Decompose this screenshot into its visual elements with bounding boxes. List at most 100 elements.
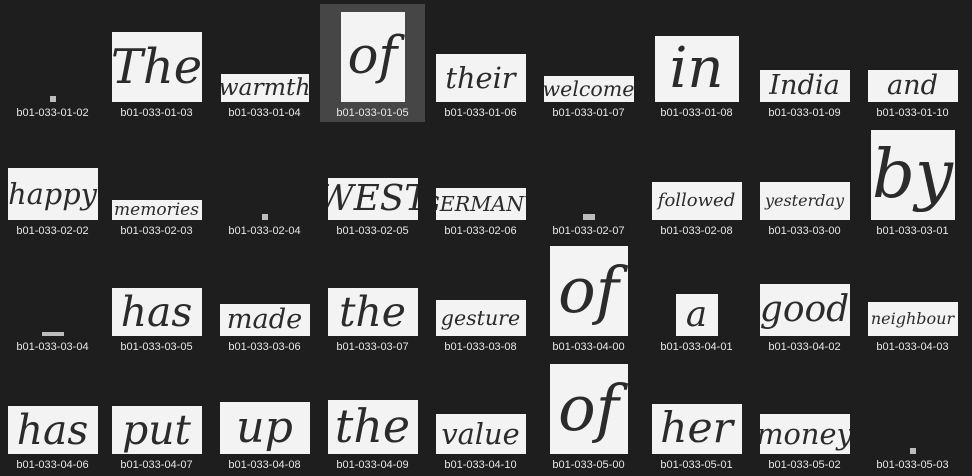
thumbnail-item[interactable]: WEST b01-033-02-05 (320, 122, 425, 240)
thumbnail-label: b01-033-04-08 (228, 459, 301, 471)
thumbnail-item[interactable]: a b01-033-04-01 (644, 238, 749, 356)
thumbnail-item[interactable]: memories b01-033-02-03 (104, 122, 209, 240)
thumbnail-item[interactable]: b01-033-02-07 (536, 122, 641, 240)
thumbnail-item[interactable]: b01-033-05-03 (860, 356, 965, 474)
handwritten-word: memories (114, 200, 199, 220)
thumbnail-item[interactable]: the b01-033-04-09 (320, 356, 425, 474)
handwritten-word: happy (8, 176, 97, 211)
thumbnail-item[interactable]: up b01-033-04-08 (212, 356, 317, 474)
thumbnail-label: b01-033-04-03 (876, 341, 949, 353)
thumbnail-label: b01-033-04-02 (768, 341, 841, 353)
thumbnail-item[interactable]: yesterday b01-033-03-00 (752, 122, 857, 240)
thumbnail-image: neighbour (867, 302, 958, 336)
thumbnail-image: made (219, 304, 310, 336)
thumbnail-item[interactable]: welcome b01-033-01-07 (536, 4, 641, 122)
thumbnail-item[interactable]: her b01-033-05-01 (644, 356, 749, 474)
thumbnail-image: value (435, 414, 526, 454)
thumbnail-image: of (340, 12, 405, 102)
thumbnail-image: yesterday (759, 182, 850, 220)
thumbnail-image (909, 448, 916, 454)
thumbnail-image: and (867, 70, 958, 102)
thumbnail-label: b01-033-04-01 (660, 341, 733, 353)
thumbnail-image: of (549, 246, 628, 336)
thumbnail-image: has (7, 406, 98, 454)
thumbnail-image: their (435, 54, 526, 102)
handwritten-word: welcome (543, 76, 634, 101)
thumbnail-image: GERMANY (435, 188, 526, 220)
handwritten-word: yesterday (764, 191, 845, 210)
thumbnail-image: memories (111, 200, 202, 220)
thumbnail-item[interactable]: happy b01-033-02-02 (0, 122, 105, 240)
thumbnail-item[interactable]: of b01-033-05-00 (536, 356, 641, 474)
thumbnail-label: b01-033-01-03 (120, 107, 193, 119)
thumbnail-item[interactable]: good b01-033-04-02 (752, 238, 857, 356)
thumbnail-item[interactable]: warmth b01-033-01-04 (212, 4, 317, 122)
thumbnail-item[interactable]: b01-033-03-04 (0, 238, 105, 356)
thumbnail-image (49, 96, 56, 102)
thumbnail-item[interactable]: India b01-033-01-09 (752, 4, 857, 122)
thumbnail-item[interactable]: and b01-033-01-10 (860, 4, 965, 122)
thumbnail-label: b01-033-02-04 (228, 225, 301, 237)
thumbnail-item[interactable]: has b01-033-03-05 (104, 238, 209, 356)
thumbnail-image: has (111, 288, 202, 336)
thumbnail-item[interactable]: b01-033-01-02 (0, 4, 105, 122)
handwritten-word: of (558, 371, 619, 445)
thumbnail-item[interactable]: has b01-033-04-06 (0, 356, 105, 474)
handwritten-word: has (120, 288, 193, 336)
handwritten-word: her (660, 404, 733, 453)
thumbnail-item[interactable]: GERMANY b01-033-02-06 (428, 122, 533, 240)
handwritten-word: followed (657, 190, 736, 211)
thumbnail-image: put (111, 406, 202, 454)
thumbnail-image: money (759, 414, 850, 454)
thumbnail-label: b01-033-01-09 (768, 107, 841, 119)
thumbnail-item[interactable]: the b01-033-03-07 (320, 238, 425, 356)
thumbnail-image: warmth (220, 74, 309, 102)
thumbnail-label: b01-033-01-04 (228, 107, 301, 119)
thumbnail-image: in (654, 36, 739, 102)
thumbnail-label: b01-033-02-02 (16, 225, 89, 237)
handwritten-word: up (236, 402, 293, 453)
thumbnail-item[interactable]: by b01-033-03-01 (860, 122, 965, 240)
thumbnail-item[interactable]: made b01-033-03-06 (212, 238, 317, 356)
thumbnail-label: b01-033-05-02 (768, 459, 841, 471)
thumbnail-label: b01-033-01-02 (16, 107, 89, 119)
handwritten-word: put (122, 406, 191, 454)
thumbnail-item[interactable]: followed b01-033-02-08 (644, 122, 749, 240)
thumbnail-label: b01-033-05-01 (660, 459, 733, 471)
thumbnail-item[interactable]: value b01-033-04-10 (428, 356, 533, 474)
handwritten-word: value (441, 416, 520, 451)
thumbnail-item[interactable]: b01-033-02-04 (212, 122, 317, 240)
thumbnail-image (41, 332, 64, 336)
thumbnail-item[interactable]: of b01-033-04-00 (536, 238, 641, 356)
thumbnail-image: up (219, 402, 310, 454)
thumbnail-item[interactable]: gesture b01-033-03-08 (428, 238, 533, 356)
thumbnail-image: The (111, 32, 202, 102)
thumbnail-image: the (327, 400, 418, 454)
thumbnail-label: b01-033-04-09 (336, 459, 409, 471)
thumbnail-image (582, 214, 595, 220)
handwritten-word: The (111, 39, 202, 95)
thumbnail-item[interactable]: of b01-033-01-05 (320, 4, 425, 122)
thumbnail-item[interactable]: neighbour b01-033-04-03 (860, 238, 965, 356)
thumbnail-image: her (651, 404, 742, 454)
thumbnail-label: b01-033-04-10 (444, 459, 517, 471)
thumbnail-label: b01-033-03-01 (876, 225, 949, 237)
thumbnail-image: of (549, 364, 628, 454)
handwritten-word: by (872, 135, 953, 214)
handwritten-word: WEST (328, 178, 418, 220)
thumbnail-label: b01-033-03-07 (336, 341, 409, 353)
thumbnail-grid: b01-033-01-02 The b01-033-01-03 warmth b01-0… (0, 0, 972, 476)
thumbnail-label: b01-033-01-08 (660, 107, 733, 119)
thumbnail-item[interactable]: their b01-033-01-06 (428, 4, 533, 122)
thumbnail-item[interactable]: put b01-033-04-07 (104, 356, 209, 474)
thumbnail-image: happy (7, 168, 98, 220)
thumbnail-item[interactable]: money b01-033-05-02 (752, 356, 857, 474)
handwritten-word: and (886, 70, 939, 102)
thumbnail-label: b01-033-04-06 (16, 459, 89, 471)
thumbnail-item[interactable]: in b01-033-01-08 (644, 4, 749, 122)
handwritten-word: made (226, 304, 303, 336)
thumbnail-label: b01-033-04-07 (120, 459, 193, 471)
thumbnail-item[interactable]: The b01-033-01-03 (104, 4, 209, 122)
thumbnail-image: India (759, 70, 850, 102)
handwritten-word: India (769, 70, 840, 102)
